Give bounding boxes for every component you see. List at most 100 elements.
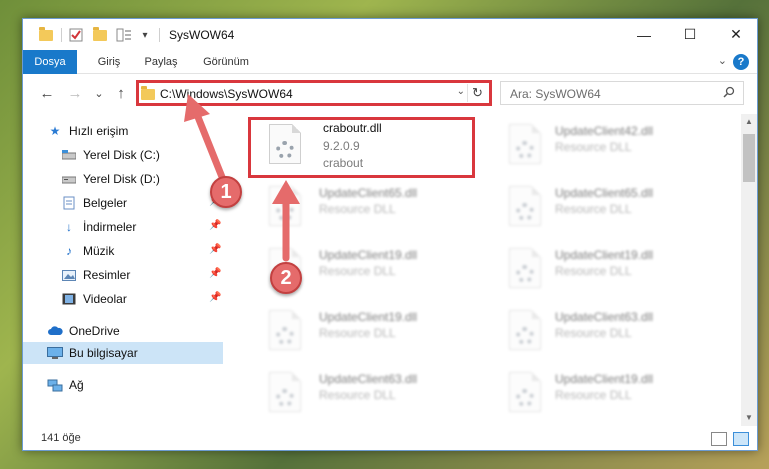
- drive-icon: [61, 148, 77, 162]
- file-name: UpdateClient19.dll: [319, 248, 418, 262]
- documents-icon: [61, 196, 77, 210]
- refresh-button[interactable]: ↻: [467, 84, 487, 102]
- file-version: 9.2.0.9: [323, 139, 360, 153]
- step-1-badge: 1: [210, 176, 242, 208]
- address-path[interactable]: C:\Windows\SysWOW64: [160, 87, 293, 101]
- item-count: 141 öğe: [41, 432, 81, 444]
- sidebar-item-label: Videolar: [83, 292, 127, 306]
- ribbon-tabs: Dosya Giriş Paylaş Görünüm ⌄ ?: [23, 50, 757, 74]
- file-name: UpdateClient19.dll: [555, 372, 654, 386]
- tab-view[interactable]: Görünüm: [195, 50, 257, 74]
- sidebar-item-drive-c[interactable]: Yerel Disk (C:): [23, 144, 223, 166]
- file-name: craboutr.dll: [323, 121, 382, 135]
- dll-file-icon: [509, 186, 541, 226]
- search-box[interactable]: Ara: SysWOW64: [500, 81, 744, 105]
- computer-icon: [47, 346, 63, 360]
- file-item[interactable]: UpdateClient19.dll Resource DLL: [491, 242, 721, 298]
- sidebar-item-network[interactable]: Ağ: [23, 374, 223, 396]
- dll-file-icon: [509, 310, 541, 350]
- downloads-icon: ↓: [66, 220, 72, 234]
- explorer-window: ▾ SysWOW64 — ☐ ✕ Dosya Giriş Paylaş Görü…: [22, 18, 758, 451]
- file-description: Resource DLL: [555, 264, 632, 278]
- ribbon-expand-icon[interactable]: ⌄: [718, 54, 727, 67]
- scrollbar-thumb[interactable]: [743, 134, 755, 182]
- sidebar-item-documents[interactable]: Belgeler 📌: [23, 192, 223, 214]
- file-name: UpdateClient63.dll: [319, 372, 418, 386]
- sidebar-item-pictures[interactable]: Resimler 📌: [23, 264, 223, 286]
- sidebar-item-quick-access[interactable]: ★ Hızlı erişim: [23, 120, 223, 142]
- sidebar-item-label: Belgeler: [83, 196, 128, 210]
- recent-locations-button[interactable]: ⌄: [89, 85, 109, 103]
- file-name: UpdateClient42.dll: [555, 124, 654, 138]
- customize-icon[interactable]: [113, 26, 135, 44]
- sidebar-item-onedrive[interactable]: OneDrive: [23, 320, 223, 342]
- file-description: Resource DLL: [555, 388, 632, 402]
- pin-icon[interactable]: 📌: [209, 244, 221, 255]
- file-item[interactable]: UpdateClient42.dll Resource DLL: [491, 118, 721, 174]
- pin-icon[interactable]: 📌: [209, 268, 221, 279]
- status-bar: 141 öğe: [23, 427, 757, 450]
- network-icon: [47, 378, 63, 392]
- scroll-up-icon[interactable]: ▲: [741, 114, 757, 130]
- pictures-icon: [61, 268, 77, 282]
- dll-file-icon: [509, 248, 541, 288]
- tab-share[interactable]: Paylaş: [135, 50, 187, 74]
- dll-file-icon: [269, 310, 301, 350]
- file-description: Resource DLL: [319, 388, 396, 402]
- pin-icon[interactable]: 📌: [209, 292, 221, 303]
- file-item[interactable]: UpdateClient19.dll Resource DLL: [491, 366, 721, 422]
- file-description: Resource DLL: [555, 326, 632, 340]
- file-description: Resource DLL: [319, 264, 396, 278]
- back-button[interactable]: ←: [37, 85, 57, 103]
- sidebar-item-videos[interactable]: Videolar 📌: [23, 288, 223, 310]
- close-button[interactable]: ✕: [713, 19, 757, 50]
- navigation-bar: ← → ⌄ ↑ C:\Windows\SysWOW64 ⌄ ↻ Ara: Sys…: [23, 75, 757, 113]
- folder-icon: [141, 86, 155, 100]
- sidebar-item-label: Hızlı erişim: [69, 124, 129, 138]
- qa-dropdown-icon[interactable]: ▾: [139, 26, 151, 44]
- star-icon: ★: [49, 124, 61, 138]
- file-item[interactable]: UpdateClient63.dll Resource DLL: [491, 304, 721, 360]
- address-dropdown-icon[interactable]: ⌄: [457, 86, 465, 97]
- dll-file-icon: [269, 124, 301, 164]
- forward-button[interactable]: →: [65, 85, 85, 103]
- sidebar-item-label: Müzik: [83, 244, 115, 258]
- pin-icon[interactable]: 📌: [209, 220, 221, 231]
- file-item[interactable]: UpdateClient65.dll Resource DLL: [491, 180, 721, 236]
- sidebar-item-this-pc[interactable]: Bu bilgisayar: [23, 342, 223, 364]
- search-input[interactable]: Ara: SysWOW64: [510, 87, 601, 101]
- sidebar-item-downloads[interactable]: ↓ İndirmeler 📌: [23, 216, 223, 238]
- help-icon[interactable]: ?: [733, 54, 749, 70]
- step-2-badge: 2: [270, 262, 302, 294]
- details-view-icon[interactable]: [711, 432, 727, 446]
- new-folder-icon[interactable]: [91, 26, 109, 44]
- sidebar-item-label: OneDrive: [69, 324, 120, 338]
- maximize-button[interactable]: ☐: [667, 19, 713, 50]
- tab-file[interactable]: Dosya: [23, 50, 77, 74]
- file-item[interactable]: UpdateClient63.dll Resource DLL: [251, 366, 481, 422]
- properties-icon[interactable]: [67, 26, 85, 44]
- sidebar-item-music[interactable]: ♪ Müzik 📌: [23, 240, 223, 262]
- videos-icon: [61, 292, 77, 306]
- drive-icon: [61, 172, 77, 186]
- file-item[interactable]: UpdateClient65.dll Resource DLL: [251, 180, 481, 236]
- file-name: UpdateClient19.dll: [555, 248, 654, 262]
- file-item[interactable]: UpdateClient19.dll Resource DLL: [251, 304, 481, 360]
- music-icon: ♪: [66, 244, 72, 258]
- file-description: Resource DLL: [319, 326, 396, 340]
- up-button[interactable]: ↑: [111, 85, 131, 103]
- tab-home[interactable]: Giriş: [85, 50, 133, 74]
- minimize-button[interactable]: —: [621, 19, 667, 50]
- folder-icon: [37, 26, 55, 44]
- file-description: Resource DLL: [319, 202, 396, 216]
- file-name: UpdateClient63.dll: [555, 310, 654, 324]
- large-icons-view-icon[interactable]: [733, 432, 749, 446]
- vertical-scrollbar[interactable]: ▲ ▼: [741, 114, 757, 426]
- sidebar-item-drive-d[interactable]: Yerel Disk (D:): [23, 168, 223, 190]
- dll-file-icon: [509, 372, 541, 412]
- file-item[interactable]: craboutr.dll 9.2.0.9 crabout: [251, 118, 481, 174]
- scroll-down-icon[interactable]: ▼: [741, 410, 757, 426]
- file-list: craboutr.dll 9.2.0.9 crabout UpdateClien…: [223, 114, 741, 426]
- file-description: crabout: [323, 156, 364, 170]
- address-bar[interactable]: C:\Windows\SysWOW64 ⌄ ↻: [136, 81, 490, 105]
